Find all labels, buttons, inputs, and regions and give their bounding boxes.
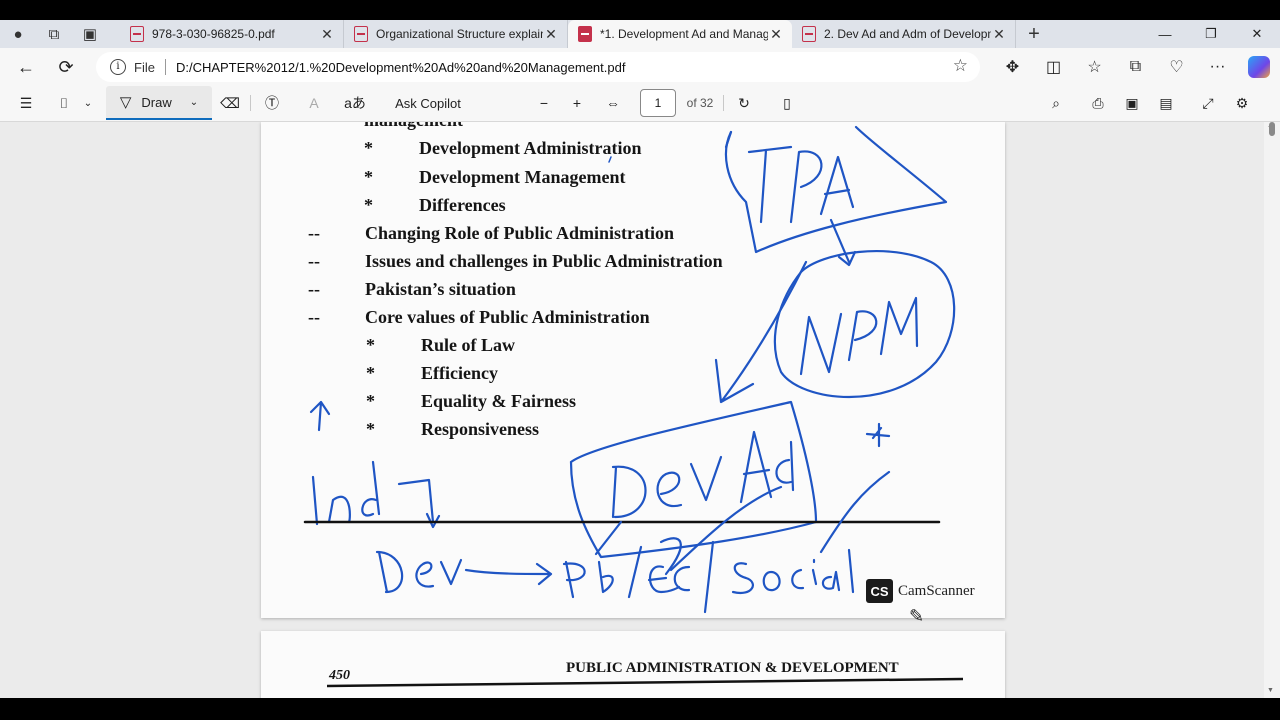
- page-total: of 32: [686, 96, 714, 110]
- close-tab-icon[interactable]: ✕: [543, 26, 559, 43]
- browser-essentials-icon[interactable]: ♡: [1156, 48, 1197, 86]
- translate-icon[interactable]: aあ: [342, 86, 368, 120]
- add-text-icon[interactable]: Ⓣ: [260, 86, 284, 120]
- pdf-page-1: management * Development Administration …: [261, 122, 1005, 618]
- window-controls: — ❐ ✕: [1142, 20, 1280, 48]
- restore-icon[interactable]: ❐: [1188, 20, 1234, 48]
- draw-dropdown-icon[interactable]: ⌄: [190, 97, 198, 108]
- toolbar-separator: [723, 95, 724, 111]
- address-separator: [164, 59, 166, 75]
- camscanner-logo: CS: [866, 579, 893, 603]
- save-as-icon[interactable]: ▤: [1155, 86, 1177, 120]
- zoom-out-icon[interactable]: −: [534, 86, 554, 120]
- navigation-bar: ← ⟳ i File D:/CHAPTER%2012/1.%20Developm…: [0, 48, 1280, 86]
- favorites-icon[interactable]: ☆: [1074, 48, 1115, 86]
- collections-icon[interactable]: ⧉: [1115, 48, 1156, 86]
- search-icon[interactable]: ⌕: [1045, 86, 1067, 120]
- address-scheme: File: [134, 59, 155, 75]
- toolbar-separator: [250, 95, 251, 111]
- screen-bottom-border: [0, 698, 1280, 720]
- copilot-icon: [1247, 56, 1270, 78]
- tab-label: 2. Dev Ad and Adm of Development.pdf: [824, 27, 991, 41]
- tab-pdf-4[interactable]: 2. Dev Ad and Adm of Development.pdf ✕: [792, 20, 1016, 48]
- highlight-icon[interactable]: ⌷: [52, 86, 76, 120]
- tab-label: 978-3-030-96825-0.pdf: [152, 27, 275, 41]
- close-tab-icon[interactable]: ✕: [768, 26, 784, 43]
- back-icon[interactable]: ←: [6, 48, 46, 86]
- info-icon[interactable]: i: [110, 59, 126, 75]
- pdf-viewer[interactable]: management * Development Administration …: [0, 122, 1280, 698]
- copilot-button[interactable]: [1238, 48, 1279, 86]
- refresh-icon[interactable]: ⟳: [46, 48, 86, 86]
- ink-annotations: arrow -->: [303, 125, 956, 614]
- pdf-toolbar: ☰ ⌷ ⌄ ▽ Draw ⌄ ⌫ Ⓣ A aあ Ask Copilot − + …: [0, 86, 1280, 122]
- close-tab-icon[interactable]: ✕: [991, 26, 1007, 43]
- pdf-icon: [802, 26, 816, 42]
- contents-icon[interactable]: ☰: [12, 86, 40, 120]
- fullscreen-icon[interactable]: ⤢: [1197, 86, 1219, 120]
- profile-icon[interactable]: ●: [0, 20, 36, 48]
- draw-icon: ▽: [119, 94, 132, 111]
- extensions-icon[interactable]: ✥: [992, 48, 1033, 86]
- eraser-icon[interactable]: ⌫: [218, 86, 242, 120]
- tab-label: Organizational Structure explained: [376, 27, 543, 41]
- pdf-icon: [354, 26, 368, 42]
- pdf-page-2: 450 PUBLIC ADMINISTRATION & DEVELOPMENT: [261, 631, 1005, 698]
- zoom-in-icon[interactable]: +: [567, 86, 587, 120]
- save-icon[interactable]: ▣: [1121, 86, 1143, 120]
- ask-copilot-label: Ask Copilot: [395, 95, 461, 111]
- scroll-down-icon[interactable]: ▼: [1267, 687, 1274, 694]
- print-icon[interactable]: ⎙: [1087, 86, 1109, 120]
- pdf-icon: [578, 26, 592, 42]
- draw-label: Draw: [141, 94, 172, 110]
- favorite-star-icon[interactable]: ☆: [953, 56, 968, 76]
- ask-copilot-button[interactable]: Ask Copilot: [392, 86, 464, 120]
- minimize-icon[interactable]: —: [1142, 20, 1188, 48]
- camscanner-watermark: CS CamScanner: [866, 579, 975, 603]
- read-aloud-icon[interactable]: A: [302, 86, 326, 120]
- screen-top-border: [0, 0, 1280, 20]
- address-url[interactable]: D:/CHAPTER%2012/1.%20Development%20Ad%20…: [176, 60, 626, 75]
- scrollbar-thumb[interactable]: [1269, 122, 1275, 136]
- close-tab-icon[interactable]: ✕: [319, 26, 335, 43]
- workspaces-icon[interactable]: ⧉: [36, 20, 72, 48]
- split-screen-icon[interactable]: ◫: [1033, 48, 1074, 86]
- browser-toolbar-icons: ✥ ◫ ☆ ⧉ ♡ ···: [992, 48, 1279, 86]
- pen-cursor-icon: ✎: [909, 606, 925, 626]
- pdf-icon: [130, 26, 144, 42]
- settings-gear-icon[interactable]: ⚙: [1231, 86, 1253, 120]
- header-rule: [326, 677, 964, 688]
- vertical-scrollbar[interactable]: ▲ ▼: [1264, 122, 1280, 698]
- highlight-dropdown-icon[interactable]: ⌄: [78, 86, 98, 120]
- close-window-icon[interactable]: ✕: [1234, 20, 1280, 48]
- address-bar[interactable]: i File D:/CHAPTER%2012/1.%20Development%…: [96, 52, 980, 82]
- more-menu-icon[interactable]: ···: [1197, 48, 1238, 86]
- tab-pdf-2[interactable]: Organizational Structure explained ✕: [344, 20, 568, 48]
- camscanner-name: CamScanner: [898, 582, 975, 599]
- page-view-icon[interactable]: ▯: [776, 86, 798, 120]
- draw-button[interactable]: ▽ Draw ⌄: [106, 86, 212, 120]
- tab-pdf-1[interactable]: 978-3-030-96825-0.pdf ✕: [120, 20, 344, 48]
- fit-page-icon[interactable]: ⇔: [602, 86, 624, 120]
- new-tab-button[interactable]: +: [1016, 20, 1052, 48]
- tab-label: *1. Development Ad and Management.pdf: [600, 27, 768, 41]
- tab-actions-icon[interactable]: ▣: [72, 20, 108, 48]
- page-number-input[interactable]: 1: [640, 89, 676, 117]
- tab-strip: ● ⧉ ▣ 978-3-030-96825-0.pdf ✕ Organizati…: [0, 20, 1280, 48]
- tab-pdf-3-active[interactable]: *1. Development Ad and Management.pdf ✕: [568, 20, 792, 48]
- rotate-icon[interactable]: ↻: [733, 86, 755, 120]
